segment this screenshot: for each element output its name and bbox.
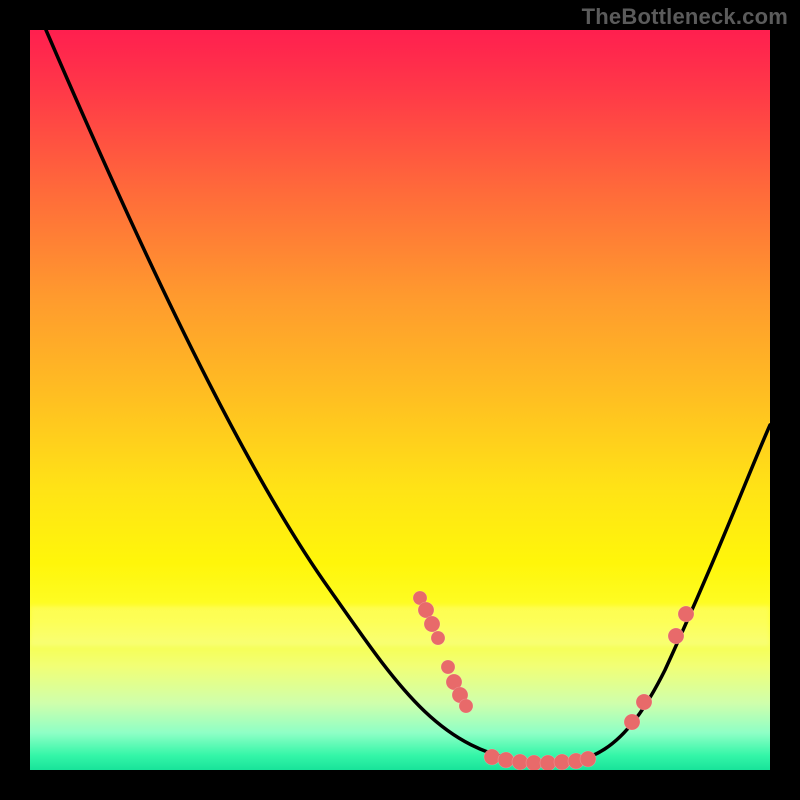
plot-area (30, 30, 770, 770)
data-dot (441, 660, 455, 674)
data-dot (668, 628, 684, 644)
data-dot (526, 755, 542, 770)
chart-svg (30, 30, 770, 770)
data-dot (580, 751, 596, 767)
data-dot (540, 755, 556, 770)
data-dot (554, 754, 570, 770)
data-dot (512, 754, 528, 770)
data-dot (678, 606, 694, 622)
data-dot (418, 602, 434, 618)
data-dot (424, 616, 440, 632)
data-dot (498, 752, 514, 768)
chart-frame: TheBottleneck.com (0, 0, 800, 800)
data-dot (431, 631, 445, 645)
data-dot (624, 714, 640, 730)
data-dot (636, 694, 652, 710)
data-dots-group (413, 591, 694, 770)
bottleneck-curve (46, 30, 770, 764)
data-dot (484, 749, 500, 765)
data-dot (459, 699, 473, 713)
watermark-text: TheBottleneck.com (582, 4, 788, 30)
